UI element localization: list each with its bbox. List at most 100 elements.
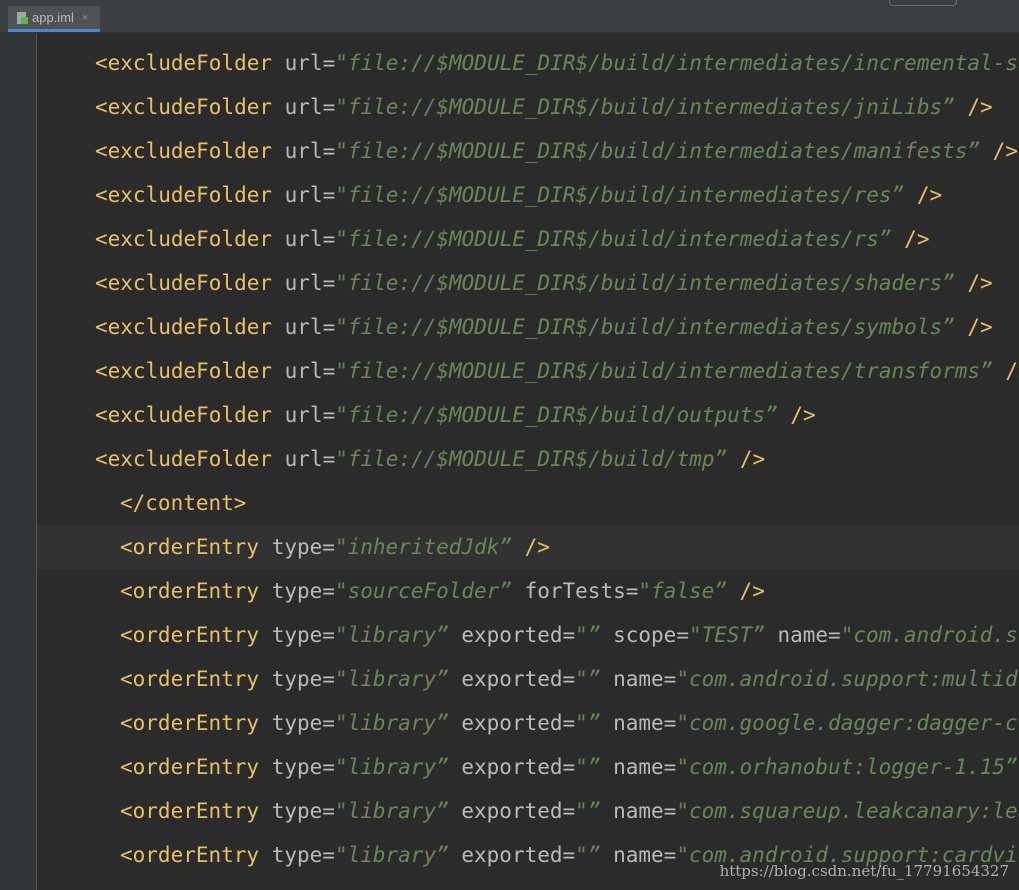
attribute-name: url= [272,139,336,163]
code-line[interactable]: <excludeFolder url="file://$MODULE_DIR$/… [37,85,1019,129]
tag-name: <excludeFolder [95,359,273,383]
attribute-value: "com.android.support:multidex-1.0 [676,667,1019,691]
tag-end: /> [1005,359,1019,383]
attribute-name: exported= [448,799,576,823]
attribute-value: "file://$MODULE_DIR$/build/intermediates… [335,227,892,251]
attribute-name: type= [259,535,335,559]
attribute-name: url= [272,271,336,295]
attribute-value: "file://$MODULE_DIR$/build/intermediates… [335,139,981,163]
attribute-name: type= [259,711,335,735]
attribute-value: "com.android.support [840,623,1019,647]
attribute-name: type= [259,579,335,603]
watermark: https://blog.csdn.net/fu_17791654327 [719,862,1009,880]
attribute-name: url= [272,95,336,119]
attribute-name: exported= [448,755,576,779]
attribute-value: "com.google.dagger:dagger-compile [676,711,1019,735]
code-line[interactable]: <orderEntry type="library” exported="” n… [37,745,1019,789]
close-icon[interactable]: × [82,12,88,24]
attribute-name: exported= [448,843,576,867]
closing-tag: </content> [120,491,247,515]
code-line[interactable]: <excludeFolder url="file://$MODULE_DIR$/… [37,393,1019,437]
attribute-value: "sourceFolder” [334,579,512,603]
tag-name: <excludeFolder [95,447,273,471]
attribute-name: url= [272,227,336,251]
attribute-value: "library” [334,755,449,779]
attribute-name: type= [259,843,335,867]
attribute-name: url= [272,315,336,339]
attribute-value: "file://$MODULE_DIR$/build/intermediates… [335,95,955,119]
attribute-name: type= [259,755,335,779]
tag-name: <orderEntry [120,667,260,691]
tag-end: /> [954,95,993,119]
editor-tab-bar: app.iml × [0,0,1019,33]
attribute-value: "file://$MODULE_DIR$/build/outputs” [335,403,778,427]
code-line[interactable]: <excludeFolder url="file://$MODULE_DIR$/… [37,437,1019,481]
tag-name: <orderEntry [120,579,260,603]
tag-name: <orderEntry [120,711,260,735]
tag-name: <orderEntry [120,799,260,823]
tag-name: <excludeFolder [95,95,273,119]
attribute-value: "com.squareup.leakcanary:leakcana [676,799,1019,823]
attribute-value: "” [575,711,601,735]
attribute-value: "library” [334,799,449,823]
attribute-value: "” [575,843,601,867]
attribute-name: type= [259,623,335,647]
attribute-name: name= [600,755,677,779]
line-gutter [0,33,37,890]
tag-end: /> [727,447,766,471]
code-line[interactable]: <orderEntry type="library” exported="” s… [37,613,1019,657]
attribute-name: name= [600,711,677,735]
tag-end: /> [511,535,550,559]
code-line[interactable]: <orderEntry type="library” exported="” n… [37,657,1019,701]
attribute-value: "file://$MODULE_DIR$/build/intermediates… [335,183,905,207]
attribute-name: type= [259,799,335,823]
attribute-name: url= [272,403,336,427]
code-line[interactable]: <orderEntry type="library” exported="” n… [37,701,1019,745]
attribute-name: exported= [448,623,576,647]
tag-name: <excludeFolder [95,227,273,251]
attribute-value: "file://$MODULE_DIR$/build/tmp” [335,447,728,471]
attribute-name: url= [272,447,336,471]
tag-name: <excludeFolder [95,271,273,295]
attribute-value: "file://$MODULE_DIR$/build/intermediates… [335,359,993,383]
attribute-name: name= [600,843,677,867]
code-line[interactable]: <excludeFolder url="file://$MODULE_DIR$/… [37,217,1019,261]
code-editor[interactable]: <excludeFolder url="file://$MODULE_DIR$/… [37,33,1019,890]
code-line[interactable]: <orderEntry type="inheritedJdk” /> [37,525,1019,569]
attribute-value: "TEST” [688,623,765,647]
attribute-value: "file://$MODULE_DIR$/build/intermediates… [335,315,955,339]
tag-name: <orderEntry [120,755,260,779]
tag-end: /> [777,403,816,427]
code-line[interactable]: <excludeFolder url="file://$MODULE_DIR$/… [37,261,1019,305]
attribute-name: url= [272,51,336,75]
attribute-value: "library” [334,623,449,647]
module-file-icon [16,11,28,24]
code-line[interactable]: <orderEntry type="sourceFolder” forTests… [37,569,1019,613]
tab-app-iml[interactable]: app.iml × [8,6,100,32]
code-line[interactable]: <excludeFolder url="file://$MODULE_DIR$/… [37,305,1019,349]
attribute-name: name= [600,667,677,691]
tag-end: /> [980,139,1018,163]
attribute-name: url= [272,183,336,207]
code-line[interactable]: <excludeFolder url="file://$MODULE_DIR$/… [37,41,1019,85]
attribute-value: "inheritedJdk” [334,535,512,559]
attribute-name: exported= [448,667,576,691]
attribute-name: exported= [448,711,576,735]
code-line[interactable]: <orderEntry type="library” exported="” n… [37,789,1019,833]
code-line[interactable]: <excludeFolder url="file://$MODULE_DIR$/… [37,349,1019,393]
code-line[interactable]: <excludeFolder url="file://$MODULE_DIR$/… [37,129,1019,173]
tag-name: <excludeFolder [95,51,273,75]
toolbar-dropdown[interactable] [889,0,957,6]
code-line[interactable]: <excludeFolder url="file://$MODULE_DIR$/… [37,173,1019,217]
tag-end: /> [891,227,930,251]
attribute-name: name= [600,799,677,823]
tag-end: /> [904,183,943,207]
tag-name: <orderEntry [120,843,260,867]
code-line[interactable]: </content> [37,481,1019,525]
attribute-name: name= [764,623,841,647]
tag-name: <excludeFolder [95,183,273,207]
attribute-value: "” [575,799,601,823]
tag-name: <orderEntry [120,623,260,647]
tag-name: <excludeFolder [95,403,273,427]
attribute-name: scope= [600,623,689,647]
